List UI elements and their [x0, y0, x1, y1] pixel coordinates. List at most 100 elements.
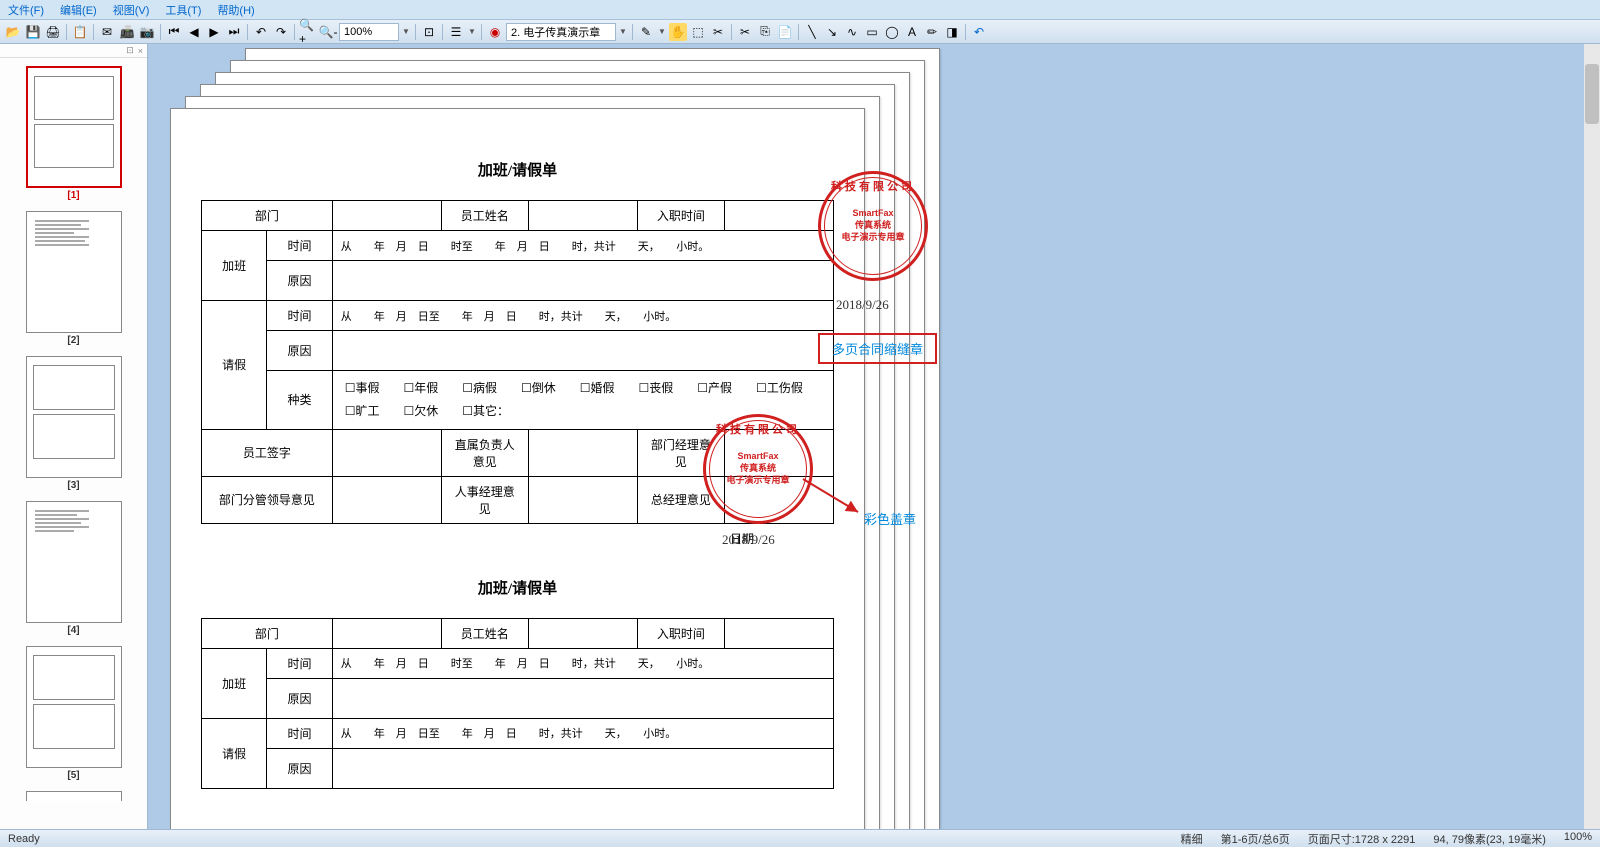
cell-hiredate-label: 入职时间 — [637, 201, 724, 231]
cell-ot-time-label: 时间 — [267, 231, 332, 261]
undo-icon[interactable]: ↶ — [970, 23, 988, 41]
rotate-left-icon[interactable]: ↶ — [252, 23, 270, 41]
form-title-2: 加班/请假单 — [201, 577, 834, 598]
cell-empsign-value — [332, 429, 441, 476]
scrollbar-thumb[interactable] — [1585, 64, 1599, 124]
thumbnail-4[interactable] — [26, 501, 122, 623]
stamp-select[interactable]: 2. 电子传真演示章 — [506, 23, 616, 41]
thumbnail-1-label: [1] — [67, 190, 79, 201]
cut-icon[interactable]: ✂ — [736, 23, 754, 41]
vertical-scrollbar[interactable] — [1584, 44, 1600, 829]
polyline-icon[interactable]: ∿ — [843, 23, 861, 41]
fit-icon[interactable]: ⊡ — [420, 23, 438, 41]
edit-dropdown-icon[interactable]: ▼ — [657, 23, 667, 41]
thumbnail-6[interactable] — [26, 791, 122, 801]
menu-edit[interactable]: 编辑(E) — [60, 2, 97, 18]
copy2-icon[interactable]: ⎘ — [756, 23, 774, 41]
ellipse-icon[interactable]: ◯ — [883, 23, 901, 41]
thumbnail-5-label: [5] — [67, 770, 79, 781]
stamp-color-seal[interactable]: 科技有限公司 SmartFax 传真系统 电子演示专用章 — [703, 414, 813, 524]
menu-view[interactable]: 视图(V) — [113, 2, 150, 18]
paste-icon[interactable]: 📄 — [776, 23, 794, 41]
document-viewport[interactable]: 加班/请假单 部门 员工姓名 入职时间 加班 时间 — [148, 44, 1600, 829]
text-icon[interactable]: A — [903, 23, 921, 41]
statusbar: Ready 精细 第1-6页/总6页 页面尺寸:1728 x 2291 94, … — [0, 829, 1600, 847]
save-icon[interactable]: 💾 — [24, 23, 42, 41]
pen-icon[interactable]: ✏ — [923, 23, 941, 41]
zoom-dropdown-icon[interactable]: ▼ — [401, 23, 411, 41]
zoom-out-icon[interactable]: 🔍- — [319, 23, 337, 41]
thumbnail-3[interactable] — [26, 356, 122, 478]
cell-depthead-label: 部门分管领导意见 — [202, 476, 333, 523]
annotation-cross-seal[interactable]: 多页合同缩缝章 — [818, 333, 937, 364]
cell-empname-label: 员工姓名 — [441, 201, 528, 231]
cell-directmgr-value — [528, 429, 637, 476]
scan-icon[interactable]: 📠 — [118, 23, 136, 41]
arrow-icon — [798, 474, 868, 519]
menu-file[interactable]: 文件(F) — [8, 2, 44, 18]
cell-hrmgr-value — [528, 476, 637, 523]
thumbnail-2[interactable] — [26, 211, 122, 333]
cell-ot-reason-label: 原因 — [267, 261, 332, 301]
email-icon[interactable]: ✉ — [98, 23, 116, 41]
first-page-icon[interactable]: ⏮ — [165, 23, 183, 41]
menu-tool[interactable]: 工具(T) — [165, 2, 201, 18]
pin-icon[interactable]: ⊡ — [126, 45, 134, 56]
cell-hrmgr-label: 人事经理意见 — [441, 476, 528, 523]
select-icon[interactable]: ⬚ — [689, 23, 707, 41]
thumbnail-list[interactable]: [1] [2] [3] [4] [5] — [0, 58, 147, 829]
cell-overtime-label: 加班 — [202, 231, 267, 301]
stamp-arc-text: 科技有限公司 — [821, 178, 925, 194]
zoom-combo[interactable]: 100% — [339, 23, 399, 41]
toolbar: 📂 💾 🖨 📋 ✉ 📠 📷 ⏮ ◀ ▶ ⏭ ↶ ↷ 🔍+ 🔍- 100% ▼ ⊡… — [0, 20, 1600, 44]
form-table-2: 部门 员工姓名 入职时间 加班 时间 从 年 月 日 时至 年 月 日 时，共计… — [201, 618, 834, 789]
arrow-icon[interactable]: ↘ — [823, 23, 841, 41]
print-icon[interactable]: 🖨 — [44, 23, 62, 41]
status-pos: 94, 79像素(23, 19毫米) — [1433, 831, 1546, 847]
cell-lv-time-value: 从 年 月 日至 年 月 日 时，共计 天， 小时。 — [332, 301, 833, 331]
thumbnail-5[interactable] — [26, 646, 122, 768]
close-icon[interactable]: × — [138, 46, 143, 56]
prev-page-icon[interactable]: ◀ — [185, 23, 203, 41]
cell-lv-reason-value — [332, 331, 833, 371]
cell-depthead-value — [332, 476, 441, 523]
edit-icon[interactable]: ✎ — [637, 23, 655, 41]
layers-dropdown-icon[interactable]: ▼ — [467, 23, 477, 41]
stamp-2-date: 2018/9/26 — [722, 532, 775, 548]
last-page-icon[interactable]: ⏭ — [225, 23, 243, 41]
layers-icon[interactable]: ☰ — [447, 23, 465, 41]
status-size: 页面尺寸:1728 x 2291 — [1308, 831, 1416, 847]
rect-icon[interactable]: ▭ — [863, 23, 881, 41]
annotation-color-seal: 彩色盖章 — [864, 509, 916, 528]
eraser-icon[interactable]: ◨ — [943, 23, 961, 41]
thumbnail-1[interactable] — [26, 66, 122, 188]
cell-empname-value — [528, 201, 637, 231]
next-page-icon[interactable]: ▶ — [205, 23, 223, 41]
status-zoom: 100% — [1564, 831, 1592, 847]
thumbnail-2-label: [2] — [67, 335, 79, 346]
form-title: 加班/请假单 — [201, 159, 834, 180]
thumbnail-4-label: [4] — [67, 625, 79, 636]
status-page: 第1-6页/总6页 — [1221, 831, 1290, 847]
crop-icon[interactable]: ✂ — [709, 23, 727, 41]
cell-leave-label: 请假 — [202, 301, 267, 430]
copy-icon[interactable]: 📋 — [71, 23, 89, 41]
open-icon[interactable]: 📂 — [4, 23, 22, 41]
stamp-1-date: 2018/9/26 — [836, 297, 889, 313]
cell-ot-reason-value — [332, 261, 833, 301]
status-render: 精细 — [1181, 831, 1203, 847]
camera-icon[interactable]: 📷 — [138, 23, 156, 41]
hand-icon[interactable]: ✋ — [669, 23, 687, 41]
cell-lv-reason-label: 原因 — [267, 331, 332, 371]
cell-dept-label: 部门 — [202, 201, 333, 231]
zoom-in-icon[interactable]: 🔍+ — [299, 23, 317, 41]
line-icon[interactable]: ╲ — [803, 23, 821, 41]
stamp-dropdown-icon[interactable]: ▼ — [618, 23, 628, 41]
stamp-cross-seal[interactable]: 科技有限公司 SmartFax 传真系统 电子演示专用章 — [818, 171, 928, 281]
menubar: 文件(F) 编辑(E) 视图(V) 工具(T) 帮助(H) — [0, 0, 1600, 20]
menu-help[interactable]: 帮助(H) — [217, 2, 254, 18]
stamp-arc-text-2: 科技有限公司 — [706, 421, 810, 437]
stamp-icon[interactable]: ◉ — [486, 23, 504, 41]
rotate-right-icon[interactable]: ↷ — [272, 23, 290, 41]
cell-dept-value — [332, 201, 441, 231]
